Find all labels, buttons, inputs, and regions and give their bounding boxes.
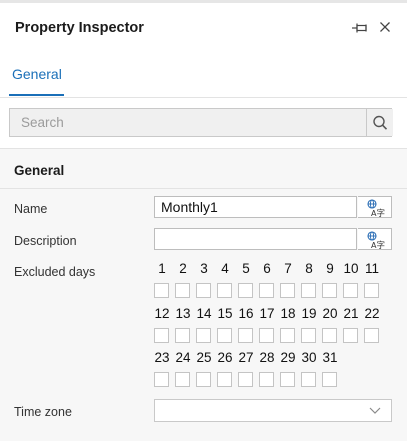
day-label: 5 [242,261,250,276]
day-label: 29 [280,350,296,365]
day-checkbox[interactable] [280,283,295,298]
panel-header: Property Inspector [0,3,407,51]
tab-general[interactable]: General [12,66,62,82]
day-label: 24 [175,350,191,365]
general-section: General Name Monthly1 A 字 Description A … [0,149,407,441]
day-label: 11 [364,261,379,276]
day-checkbox[interactable] [259,283,274,298]
translate-icon: A 字 [367,199,386,219]
day-checkbox[interactable] [175,372,190,387]
svg-text:字: 字 [377,208,386,219]
day-label: 15 [217,306,233,321]
day-checkbox[interactable] [196,283,211,298]
day-label: 4 [221,261,229,276]
day-checkbox[interactable] [280,328,295,343]
search-button[interactable] [366,109,393,136]
excluded-days-label: Excluded days [14,265,96,279]
close-icon[interactable] [378,20,392,34]
day-checkbox[interactable] [343,283,358,298]
day-checkbox[interactable] [175,328,190,343]
day-label: 23 [154,350,170,365]
name-field[interactable]: Monthly1 [154,196,357,218]
day-label: 18 [280,306,296,321]
day-label: 7 [284,261,292,276]
translate-icon: A 字 [367,231,386,251]
day-label: 26 [217,350,233,365]
day-label: 16 [238,306,254,321]
day-label: 3 [200,261,208,276]
day-checkbox[interactable] [322,328,337,343]
day-checkbox[interactable] [301,283,316,298]
description-label: Description [14,234,77,248]
day-checkbox[interactable] [238,283,253,298]
day-label: 14 [196,306,212,321]
day-label: 19 [301,306,317,321]
day-checkbox[interactable] [322,283,337,298]
panel-title: Property Inspector [15,20,144,36]
day-checkbox[interactable] [364,283,379,298]
day-label: 13 [175,306,191,321]
active-tab-indicator [9,94,64,96]
day-label: 22 [364,306,380,321]
day-label: 20 [322,306,338,321]
day-label: 8 [305,261,313,276]
day-checkbox[interactable] [154,328,169,343]
day-checkbox[interactable] [154,372,169,387]
day-label: 31 [322,350,338,365]
svg-text:字: 字 [377,240,386,251]
day-label: 10 [343,261,359,276]
day-checkbox[interactable] [322,372,337,387]
pin-icon[interactable] [351,21,369,35]
day-checkbox[interactable] [196,372,211,387]
day-label: 25 [196,350,212,365]
time-zone-select[interactable] [154,399,392,422]
day-checkbox[interactable] [364,328,379,343]
day-checkbox[interactable] [259,328,274,343]
day-checkbox[interactable] [259,372,274,387]
day-checkbox[interactable] [301,372,316,387]
day-label: 1 [158,261,166,276]
search-icon [373,115,388,130]
translate-description-button[interactable]: A 字 [358,228,392,251]
search-box [9,108,393,137]
day-checkbox[interactable] [196,328,211,343]
day-checkbox[interactable] [217,372,232,387]
translate-name-button[interactable]: A 字 [358,196,392,219]
time-zone-label: Time zone [14,405,72,419]
chevron-down-icon [369,407,381,414]
day-label: 2 [179,261,187,276]
day-checkbox[interactable] [217,328,232,343]
day-label: 27 [238,350,254,365]
description-field[interactable] [154,228,357,250]
day-label: 9 [326,261,334,276]
day-checkbox[interactable] [217,283,232,298]
section-header[interactable]: General [0,149,407,189]
day-label: 12 [154,306,170,321]
tab-bar: General [0,51,407,98]
search-input[interactable] [10,109,365,136]
day-label: 6 [263,261,271,276]
day-checkbox[interactable] [280,372,295,387]
name-label: Name [14,202,48,216]
day-checkbox[interactable] [154,283,169,298]
day-checkbox[interactable] [238,372,253,387]
day-checkbox[interactable] [238,328,253,343]
day-checkbox[interactable] [343,328,358,343]
day-label: 17 [259,306,275,321]
day-label: 21 [343,306,359,321]
section-title: General [14,163,65,178]
day-label: 28 [259,350,275,365]
day-checkbox[interactable] [301,328,316,343]
day-checkbox[interactable] [175,283,190,298]
day-label: 30 [301,350,317,365]
